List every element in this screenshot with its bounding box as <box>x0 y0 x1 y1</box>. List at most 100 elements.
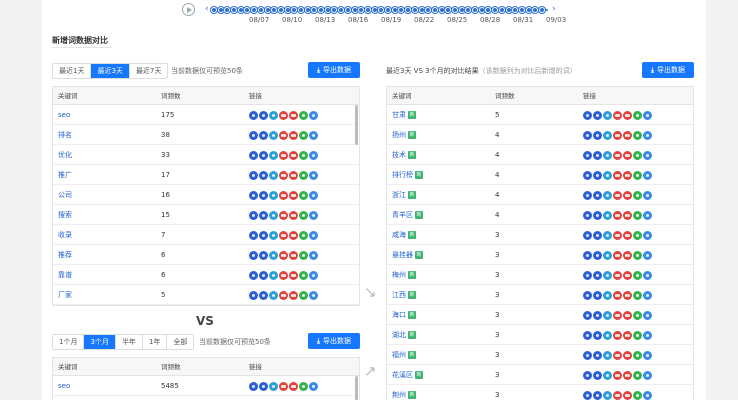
sogou-icon[interactable] <box>269 170 278 180</box>
toutiao-icon[interactable] <box>309 381 318 391</box>
shenma-icon[interactable] <box>623 150 632 160</box>
timeline-dot[interactable] <box>431 7 438 13</box>
play-icon[interactable] <box>182 3 195 16</box>
sogou-icon[interactable] <box>269 190 278 200</box>
mobile-baidu-icon[interactable] <box>613 290 622 300</box>
baidu-icon[interactable] <box>583 170 592 180</box>
wechat-icon[interactable] <box>633 270 642 280</box>
wechat-icon[interactable] <box>633 150 642 160</box>
toutiao-icon[interactable] <box>643 350 652 360</box>
tab-option[interactable]: 最近3天 <box>91 64 130 78</box>
wechat-icon[interactable] <box>633 350 642 360</box>
shenma-icon[interactable] <box>623 390 632 400</box>
timeline-dot[interactable] <box>465 7 472 13</box>
wechat-icon[interactable] <box>633 290 642 300</box>
wechat-icon[interactable] <box>299 150 308 160</box>
tab-option[interactable]: 全部 <box>167 335 194 349</box>
toutiao-icon[interactable] <box>309 290 318 300</box>
baidu-icon[interactable] <box>583 110 592 120</box>
wechat-icon[interactable] <box>633 330 642 340</box>
keyword-link[interactable]: 荆州 <box>392 391 406 399</box>
keyword-link[interactable]: 悬挂器 <box>392 251 413 259</box>
sogou-icon[interactable] <box>603 190 612 200</box>
timeline-dot[interactable] <box>492 7 499 13</box>
keyword-link[interactable]: 推荐 <box>58 251 72 259</box>
wechat-icon[interactable] <box>633 230 642 240</box>
sogou-icon[interactable] <box>269 130 278 140</box>
mobile-baidu-icon[interactable] <box>613 370 622 380</box>
chevron-left-icon[interactable]: ‹ <box>205 4 209 14</box>
export-button-long[interactable]: ⤓ 导出数据 <box>308 333 360 349</box>
timeline-dot[interactable] <box>398 7 405 13</box>
timeline-dot[interactable] <box>478 7 485 13</box>
mobile-baidu-icon[interactable] <box>613 210 622 220</box>
timeline-dot[interactable] <box>291 7 298 13</box>
timeline-dot[interactable] <box>451 7 458 13</box>
baidu-icon[interactable] <box>249 190 258 200</box>
keyword-link[interactable]: 福州 <box>392 351 406 359</box>
sogou-icon[interactable] <box>269 250 278 260</box>
shenma-icon[interactable] <box>289 250 298 260</box>
timeline-dot[interactable] <box>231 7 238 13</box>
toutiao-icon[interactable] <box>643 150 652 160</box>
baidu-icon[interactable] <box>249 170 258 180</box>
keyword-link[interactable]: 优化 <box>58 151 72 159</box>
mobile-baidu-icon[interactable] <box>613 130 622 140</box>
timeline-dot[interactable] <box>532 7 539 13</box>
tab-option[interactable]: 1年 <box>142 335 168 349</box>
timeline-dot[interactable] <box>358 7 365 13</box>
baidu-icon[interactable] <box>249 110 258 120</box>
toutiao-icon[interactable] <box>643 390 652 400</box>
timeline-dot[interactable] <box>304 7 311 13</box>
timeline-dot[interactable] <box>425 7 432 13</box>
wechat-icon[interactable] <box>633 390 642 400</box>
baidu-icon[interactable] <box>249 250 258 260</box>
baidu-icon[interactable] <box>249 290 258 300</box>
baidu-icon[interactable] <box>583 190 592 200</box>
shenma-icon[interactable] <box>289 270 298 280</box>
baidu-icon[interactable] <box>249 230 258 240</box>
sogou-icon[interactable] <box>603 390 612 400</box>
keyword-link[interactable]: 搜索 <box>58 211 72 219</box>
shenma-icon[interactable] <box>623 350 632 360</box>
sogou-icon[interactable] <box>603 250 612 260</box>
wechat-icon[interactable] <box>299 290 308 300</box>
sogou-icon[interactable] <box>603 150 612 160</box>
sogou-icon[interactable] <box>603 210 612 220</box>
shenma-icon[interactable] <box>289 110 298 120</box>
mobile-baidu-icon[interactable] <box>613 250 622 260</box>
sogou-icon[interactable] <box>603 170 612 180</box>
wechat-icon[interactable] <box>633 110 642 120</box>
baidu-icon[interactable] <box>583 150 592 160</box>
toutiao-icon[interactable] <box>643 210 652 220</box>
shenma-icon[interactable] <box>623 270 632 280</box>
timeline-dot[interactable] <box>311 7 318 13</box>
wechat-icon[interactable] <box>633 130 642 140</box>
timeline-dot[interactable] <box>331 7 338 13</box>
keyword-link[interactable]: 收录 <box>58 231 72 239</box>
360-icon[interactable] <box>593 330 602 340</box>
sogou-icon[interactable] <box>269 290 278 300</box>
baidu-icon[interactable] <box>583 230 592 240</box>
shenma-icon[interactable] <box>289 190 298 200</box>
timeline-dot[interactable] <box>284 7 291 13</box>
mobile-baidu-icon[interactable] <box>279 170 288 180</box>
360-icon[interactable] <box>593 290 602 300</box>
timeline-dot[interactable] <box>505 7 512 13</box>
360-icon[interactable] <box>259 381 268 391</box>
tab-option[interactable]: 最近7天 <box>129 64 168 78</box>
360-icon[interactable] <box>593 190 602 200</box>
shenma-icon[interactable] <box>623 230 632 240</box>
shenma-icon[interactable] <box>623 190 632 200</box>
sogou-icon[interactable] <box>603 290 612 300</box>
toutiao-icon[interactable] <box>309 250 318 260</box>
mobile-baidu-icon[interactable] <box>613 110 622 120</box>
wechat-icon[interactable] <box>299 110 308 120</box>
mobile-baidu-icon[interactable] <box>613 390 622 400</box>
baidu-icon[interactable] <box>583 130 592 140</box>
timeline-dot[interactable] <box>351 7 358 13</box>
360-icon[interactable] <box>593 130 602 140</box>
shenma-icon[interactable] <box>623 310 632 320</box>
timeline-dot[interactable] <box>385 7 392 13</box>
360-icon[interactable] <box>259 170 268 180</box>
